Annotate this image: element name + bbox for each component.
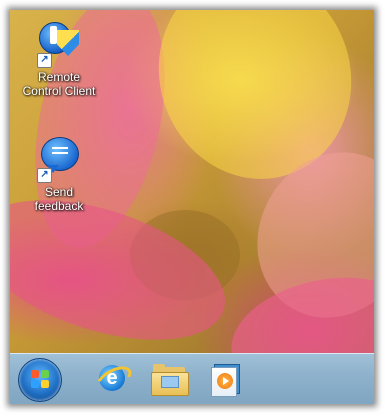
taskbar-internet-explorer-button[interactable]: e [92, 360, 136, 397]
desktop-icon-label: Remote Control Client [22, 70, 96, 98]
desktop-icon-label: Send feedback [34, 185, 84, 213]
shortcut-arrow-icon: ↗ [37, 53, 52, 68]
start-button[interactable] [18, 358, 62, 402]
desktop-icon-send-feedback[interactable]: ↗ Send feedback [10, 135, 109, 213]
taskbar-media-player-button[interactable] [208, 360, 244, 397]
desktop-window: ↗ Remote Control Client ↗ Send feedback … [10, 10, 374, 404]
feedback-bubble-icon: ↗ [35, 135, 83, 183]
desktop-icon-remote-control-client[interactable]: ↗ Remote Control Client [10, 20, 109, 98]
shortcut-arrow-icon: ↗ [37, 168, 52, 183]
taskbar: e [10, 353, 374, 404]
remote-control-client-icon: ↗ [35, 20, 83, 68]
taskbar-file-explorer-button[interactable] [151, 360, 189, 396]
windows-start-orb-icon [31, 370, 49, 388]
